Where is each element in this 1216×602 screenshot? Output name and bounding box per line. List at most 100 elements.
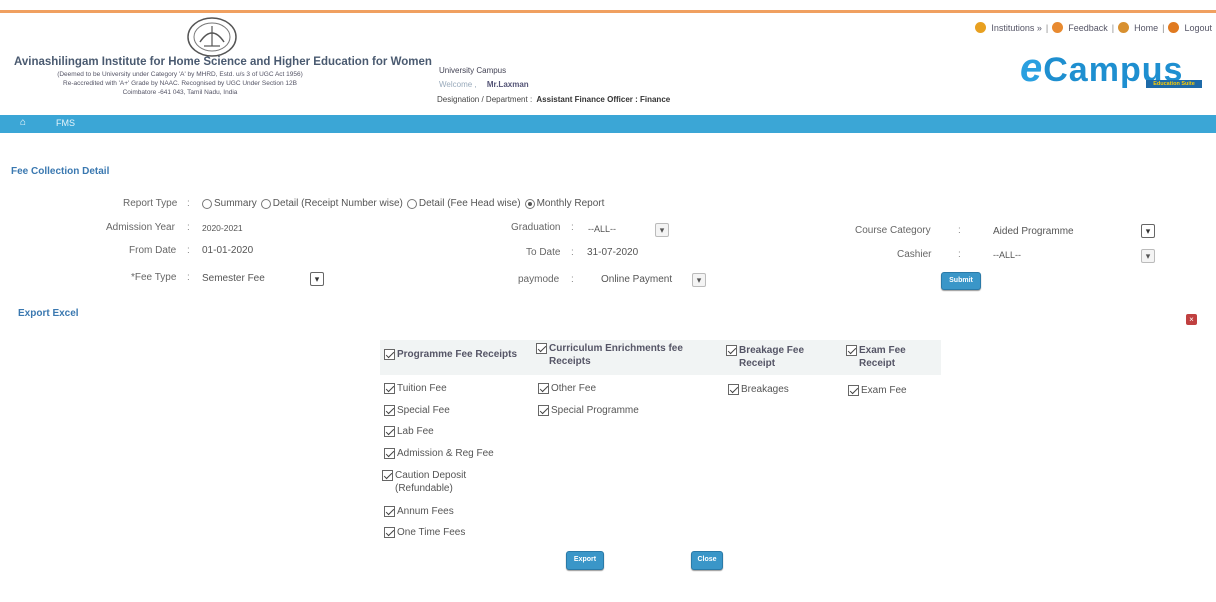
- checkbox-box: [384, 527, 395, 538]
- radio-detail-feehead[interactable]: Detail (Fee Head wise): [406, 198, 521, 209]
- colon: :: [571, 247, 574, 258]
- admission-year-value[interactable]: 2020-2021: [202, 223, 243, 233]
- caution-deposit-checkbox[interactable]: Caution Deposit (Refundable): [382, 469, 492, 495]
- radio-dot: [260, 198, 271, 209]
- tuition-fee-checkbox[interactable]: Tuition Fee: [384, 382, 447, 395]
- curriculum-enrichment-checkbox[interactable]: Curriculum Enrichments fee Receipts: [536, 342, 706, 368]
- radio-label: Monthly Report: [536, 198, 605, 209]
- checkbox-label: Other Fee: [551, 383, 597, 394]
- radio-label: Summary: [214, 198, 257, 209]
- graduation-label: Graduation: [511, 222, 561, 233]
- radio-label: Detail (Receipt Number wise): [272, 198, 403, 209]
- institute-subtitle-1: (Deemed to be University under Category …: [57, 71, 303, 78]
- exam-fee-checkbox[interactable]: Exam Fee: [848, 384, 907, 397]
- separator: |: [1045, 22, 1049, 33]
- to-date-input[interactable]: 31-07-2020: [587, 247, 638, 258]
- submit-button[interactable]: Submit: [941, 272, 981, 290]
- checkbox-label: Curriculum Enrichments fee Receipts: [549, 343, 683, 367]
- brand-tagline: Education Suite: [1146, 80, 1202, 88]
- fee-type-select[interactable]: Semester Fee: [202, 273, 265, 284]
- close-button[interactable]: Close: [691, 551, 723, 570]
- close-icon[interactable]: ×: [1186, 314, 1197, 325]
- radio-dot: [524, 198, 535, 209]
- welcome-label: Welcome ,: [439, 80, 477, 89]
- institute-emblem-icon: [187, 17, 237, 57]
- fee-type-dropdown-icon[interactable]: ▾: [310, 272, 324, 286]
- designation-value: Assistant Finance Officer : Finance: [536, 95, 671, 104]
- checkbox-box: [846, 345, 857, 356]
- lab-fee-checkbox[interactable]: Lab Fee: [384, 425, 434, 438]
- colon: :: [958, 249, 961, 260]
- export-excel-link[interactable]: Export Excel: [18, 308, 79, 319]
- logout-link[interactable]: Logout: [1184, 23, 1212, 33]
- export-button[interactable]: Export: [566, 551, 604, 570]
- radio-label: Detail (Fee Head wise): [418, 198, 521, 209]
- designation-label: Designation / Department :: [437, 95, 533, 104]
- colon: :: [187, 245, 190, 256]
- checkbox-label: Annum Fees: [397, 506, 454, 517]
- feedback-link[interactable]: Feedback: [1068, 23, 1108, 33]
- from-date-input[interactable]: 01-01-2020: [202, 245, 253, 256]
- checkbox-box: [536, 343, 547, 354]
- radio-summary[interactable]: Summary: [202, 198, 257, 209]
- checkbox-label: Caution Deposit (Refundable): [395, 470, 467, 494]
- breakages-checkbox[interactable]: Breakages: [728, 383, 789, 396]
- logout-icon: [1168, 22, 1180, 33]
- checkbox-label: Tuition Fee: [397, 383, 447, 394]
- radio-dot: [202, 198, 212, 209]
- course-category-select[interactable]: Aided Programme: [993, 226, 1074, 237]
- report-type-radio-group: Summary Detail (Receipt Number wise) Det…: [202, 198, 604, 209]
- cashier-dropdown-icon[interactable]: ▾: [1141, 249, 1155, 263]
- cashier-select[interactable]: --ALL--: [993, 250, 1021, 260]
- home-link[interactable]: Home: [1134, 23, 1158, 33]
- to-date-label: To Date: [526, 247, 561, 258]
- colon: :: [187, 272, 190, 283]
- checkbox-label: One Time Fees: [397, 527, 466, 538]
- nav-home-icon[interactable]: ⌂: [20, 118, 30, 128]
- one-time-fees-checkbox[interactable]: One Time Fees: [384, 526, 465, 539]
- course-category-dropdown-icon[interactable]: ▾: [1141, 224, 1155, 238]
- checkbox-box: [728, 384, 739, 395]
- nav-item-fms[interactable]: FMS: [56, 118, 75, 128]
- campus-label: University Campus: [439, 66, 507, 75]
- paymode-select[interactable]: Online Payment: [601, 274, 672, 285]
- welcome-row: Welcome , Mr.Laxman: [439, 80, 529, 89]
- checkbox-label: Admission & Reg Fee: [397, 448, 494, 459]
- graduation-dropdown-icon[interactable]: ▾: [655, 223, 669, 237]
- radio-monthly-report[interactable]: Monthly Report: [524, 198, 605, 209]
- checkbox-box: [384, 426, 395, 437]
- feedback-icon: [1052, 22, 1064, 33]
- home-icon: [1118, 22, 1130, 33]
- checkbox-label: Lab Fee: [397, 426, 434, 437]
- admission-reg-fee-checkbox[interactable]: Admission & Reg Fee: [384, 447, 494, 460]
- page-title: Fee Collection Detail: [11, 166, 110, 177]
- designation-row: Designation / Department : Assistant Fin…: [437, 95, 670, 104]
- programme-fee-receipts-checkbox[interactable]: Programme Fee Receipts: [384, 348, 517, 361]
- institutions-link[interactable]: Institutions »: [991, 23, 1042, 33]
- checkbox-label: Special Fee: [397, 405, 450, 416]
- colon: :: [571, 274, 574, 285]
- graduation-select[interactable]: --ALL--: [588, 224, 616, 234]
- top-links: Institutions » | Feedback | Home | Logou…: [975, 22, 1212, 33]
- special-programme-checkbox[interactable]: Special Programme: [538, 404, 639, 417]
- top-accent-rule: [0, 10, 1216, 13]
- paymode-dropdown-icon[interactable]: ▾: [692, 273, 706, 287]
- exam-fee-receipt-checkbox[interactable]: Exam Fee Receipt: [846, 344, 926, 370]
- checkbox-box: [726, 345, 737, 356]
- checkbox-box: [384, 383, 395, 394]
- other-fee-checkbox[interactable]: Other Fee: [538, 382, 596, 395]
- colon: :: [958, 225, 961, 236]
- fee-type-label: *Fee Type: [131, 272, 177, 283]
- checkbox-label: Exam Fee Receipt: [859, 345, 906, 369]
- checkbox-label: Breakage Fee Receipt: [739, 345, 805, 369]
- user-name: Mr.Laxman: [486, 80, 529, 89]
- annum-fees-checkbox[interactable]: Annum Fees: [384, 505, 454, 518]
- checkbox-box: [384, 405, 395, 416]
- institute-subtitle-3: Coimbatore -641 043, Tamil Nadu, India: [122, 89, 238, 96]
- radio-detail-receipt[interactable]: Detail (Receipt Number wise): [260, 198, 403, 209]
- breakage-fee-receipt-checkbox[interactable]: Breakage Fee Receipt: [726, 344, 826, 370]
- special-fee-checkbox[interactable]: Special Fee: [384, 404, 450, 417]
- checkbox-box: [384, 448, 395, 459]
- brand-e: e: [1020, 46, 1044, 90]
- main-navbar: ⌂ FMS: [0, 115, 1216, 133]
